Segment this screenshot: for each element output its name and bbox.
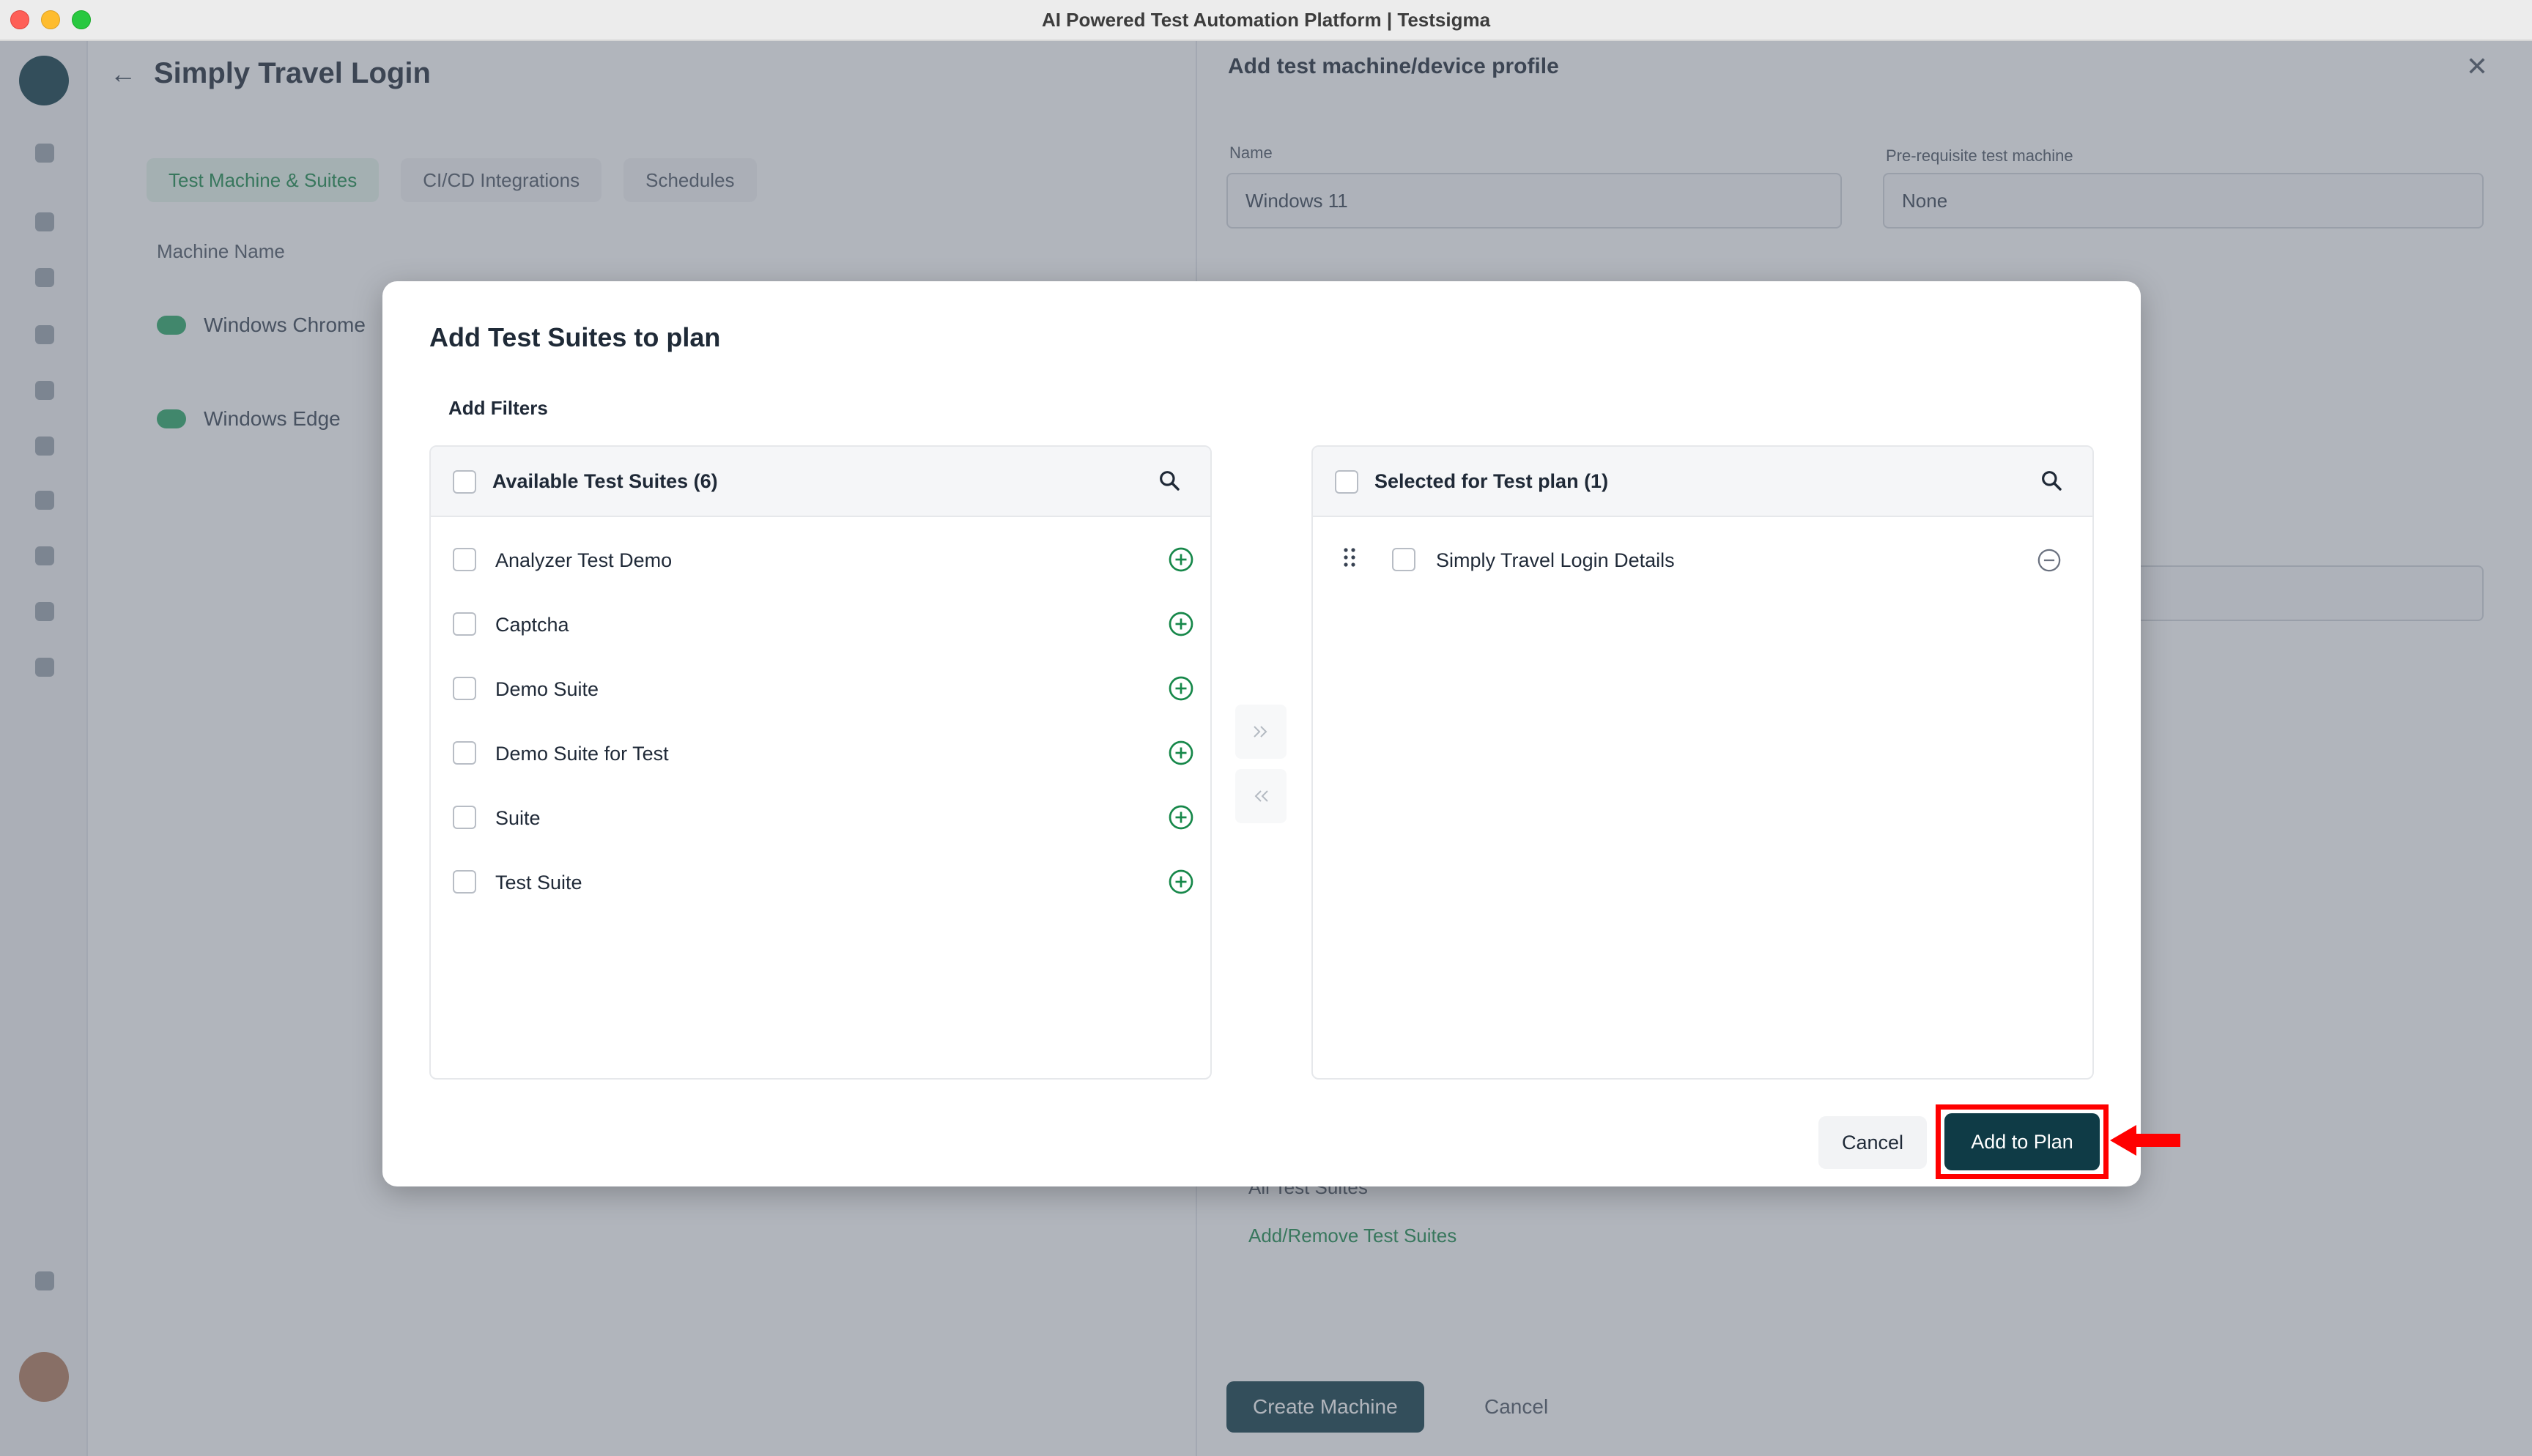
suite-name: Demo Suite xyxy=(495,678,599,700)
item-checkbox[interactable] xyxy=(453,548,476,571)
double-chevron-left-icon xyxy=(1251,788,1270,804)
window-title: AI Powered Test Automation Platform | Te… xyxy=(1041,8,1491,31)
red-arrow-icon xyxy=(2110,1122,2183,1162)
suite-name: Analyzer Test Demo xyxy=(495,549,673,571)
selected-list-title: Selected for Test plan (1) xyxy=(1374,470,1609,492)
minus-circle-icon[interactable] xyxy=(2037,548,2062,576)
list-item[interactable]: Captcha xyxy=(431,592,1210,656)
item-checkbox[interactable] xyxy=(453,806,476,829)
selected-list-header: Selected for Test plan (1) xyxy=(1313,447,2092,517)
selected-suites-list: Selected for Test plan (1) Simply Travel… xyxy=(1311,445,2094,1080)
search-icon[interactable] xyxy=(2040,469,2063,496)
minimize-window-button[interactable] xyxy=(41,10,60,29)
add-test-suites-modal: Add Test Suites to plan Add Filters Avai… xyxy=(382,281,2141,1186)
suite-name: Simply Travel Login Details xyxy=(1436,549,1675,571)
modal-title: Add Test Suites to plan xyxy=(429,322,721,352)
plus-circle-icon[interactable] xyxy=(1168,804,1194,834)
item-checkbox[interactable] xyxy=(453,870,476,894)
plus-circle-icon[interactable] xyxy=(1168,675,1194,705)
search-icon[interactable] xyxy=(1158,469,1181,496)
available-list-header: Available Test Suites (6) xyxy=(431,447,1210,517)
suite-name: Suite xyxy=(495,807,541,829)
available-suites-list: Available Test Suites (6) Analyzer Test … xyxy=(429,445,1212,1080)
plus-circle-icon[interactable] xyxy=(1168,546,1194,576)
list-item[interactable]: Test Suite xyxy=(431,850,1210,914)
move-right-button[interactable] xyxy=(1235,705,1287,759)
item-checkbox[interactable] xyxy=(1392,548,1415,571)
suite-name: Demo Suite for Test xyxy=(495,743,669,765)
item-checkbox[interactable] xyxy=(453,677,476,700)
add-filters-link[interactable]: Add Filters xyxy=(448,397,548,420)
item-checkbox[interactable] xyxy=(453,741,476,765)
add-to-plan-button[interactable]: Add to Plan xyxy=(1944,1113,2100,1170)
list-item[interactable]: Demo Suite xyxy=(431,656,1210,721)
zoom-window-button[interactable] xyxy=(72,10,91,29)
select-all-available-checkbox[interactable] xyxy=(453,470,476,494)
select-all-selected-checkbox[interactable] xyxy=(1335,470,1358,494)
close-window-button[interactable] xyxy=(10,10,29,29)
available-list-title: Available Test Suites (6) xyxy=(492,470,718,492)
suite-name: Test Suite xyxy=(495,872,582,894)
suite-name: Captcha xyxy=(495,614,569,636)
drag-handle-icon[interactable] xyxy=(1342,546,1357,572)
list-item[interactable]: Demo Suite for Test xyxy=(431,721,1210,785)
double-chevron-right-icon xyxy=(1251,724,1270,740)
plus-circle-icon[interactable] xyxy=(1168,611,1194,641)
item-checkbox[interactable] xyxy=(453,612,476,636)
window-titlebar: AI Powered Test Automation Platform | Te… xyxy=(0,0,2532,41)
list-item[interactable]: Simply Travel Login Details xyxy=(1313,527,2092,592)
list-item[interactable]: Suite xyxy=(431,785,1210,850)
traffic-lights xyxy=(10,10,91,29)
cancel-button[interactable]: Cancel xyxy=(1818,1116,1927,1169)
plus-circle-icon[interactable] xyxy=(1168,869,1194,899)
move-left-button[interactable] xyxy=(1235,769,1287,823)
list-item[interactable]: Analyzer Test Demo xyxy=(431,527,1210,592)
plus-circle-icon[interactable] xyxy=(1168,740,1194,770)
